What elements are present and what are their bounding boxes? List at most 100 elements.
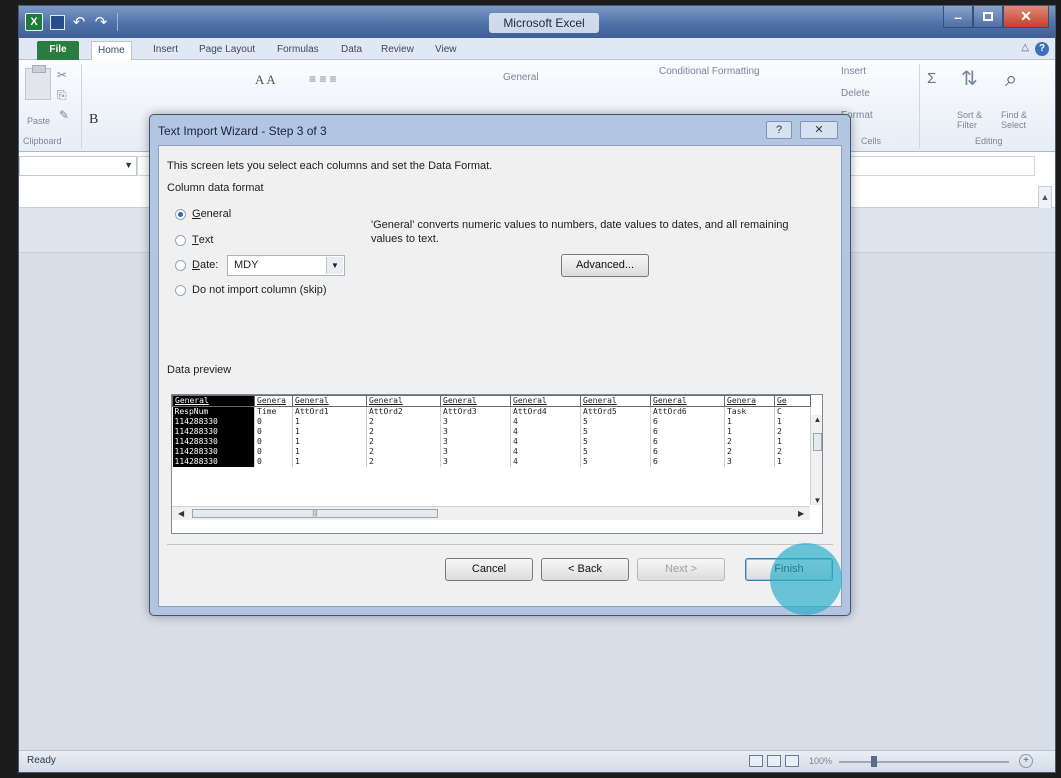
preview-header-cell[interactable]: General: [580, 395, 651, 407]
scroll-right-icon[interactable]: ▶: [798, 507, 804, 520]
preview-cell: 4: [510, 437, 581, 447]
scroll-left-icon[interactable]: ◀: [178, 507, 184, 520]
page-layout-view-icon[interactable]: [767, 755, 781, 767]
paste-label[interactable]: Paste: [27, 116, 50, 126]
radio-general[interactable]: General: [175, 208, 231, 220]
radio-date[interactable]: Date:: [175, 259, 218, 271]
scroll-up-icon[interactable]: ▲: [1039, 187, 1051, 207]
radio-skip[interactable]: Do not import column (skip): [175, 284, 327, 296]
align-icon[interactable]: ≡ ≡ ≡: [309, 72, 337, 86]
radio-text-dot[interactable]: [175, 234, 186, 246]
insert-cells-button[interactable]: Insert: [841, 66, 866, 77]
scroll-down-icon[interactable]: ▼: [811, 496, 822, 505]
normal-view-icon[interactable]: [749, 755, 763, 767]
conditional-formatting-button[interactable]: Conditional Formatting: [659, 66, 760, 77]
tab-formulas[interactable]: Formulas: [271, 41, 325, 60]
dialog-help-button[interactable]: ?: [766, 121, 792, 139]
sort-filter-icon[interactable]: ⇅: [961, 66, 978, 91]
cancel-button[interactable]: Cancel: [445, 558, 533, 581]
name-box[interactable]: ▼: [19, 156, 137, 176]
preview-header-cell[interactable]: General: [440, 395, 511, 407]
zoom-slider-thumb[interactable]: [871, 756, 877, 767]
undo-icon[interactable]: ↶: [71, 13, 87, 31]
radio-date-dot[interactable]: [175, 259, 186, 271]
general-format-description: 'General' converts numeric values to num…: [371, 219, 789, 245]
preview-header-cell[interactable]: Genera: [724, 395, 775, 407]
zoom-in-icon[interactable]: +: [1019, 754, 1033, 768]
preview-cell: 1: [774, 417, 811, 427]
autosum-icon[interactable]: Σ: [927, 70, 936, 87]
preview-cell: 3: [724, 457, 775, 467]
preview-header-cell[interactable]: General: [510, 395, 581, 407]
title-bar: X ↶ ↷ Microsoft Excel – ✕: [19, 6, 1055, 38]
tab-home[interactable]: Home: [91, 41, 132, 60]
number-format-dropdown[interactable]: General: [503, 72, 539, 83]
redo-icon[interactable]: ↷: [93, 13, 109, 31]
preview-header-cell[interactable]: General: [172, 395, 255, 407]
chevron-down-icon[interactable]: ▼: [326, 257, 343, 274]
preview-vertical-scrollbar[interactable]: ▲ ▼: [810, 415, 822, 505]
excel-app-icon[interactable]: X: [25, 13, 43, 31]
chevron-down-icon[interactable]: ▼: [124, 160, 133, 170]
page-break-view-icon[interactable]: [785, 755, 799, 767]
cut-icon[interactable]: ✂: [57, 68, 67, 82]
scroll-up-icon[interactable]: ▲: [811, 415, 822, 424]
minimize-button[interactable]: –: [943, 6, 973, 28]
radio-text[interactable]: Text: [175, 234, 213, 246]
restore-button[interactable]: [973, 6, 1003, 28]
find-select-icon[interactable]: ⌕: [1005, 66, 1017, 92]
vertical-scroll-thumb[interactable]: [813, 433, 822, 451]
preview-cell: 2: [774, 447, 811, 457]
format-painter-icon[interactable]: ✎: [59, 108, 69, 122]
tab-file[interactable]: File: [37, 41, 79, 60]
tab-data[interactable]: Data: [335, 41, 368, 60]
preview-cell: 0: [254, 437, 293, 447]
tab-review[interactable]: Review: [375, 41, 420, 60]
preview-cell: 2: [366, 427, 441, 437]
tab-insert[interactable]: Insert: [147, 41, 184, 60]
advanced-button[interactable]: Advanced...: [561, 254, 649, 277]
preview-header-cell[interactable]: General: [650, 395, 725, 407]
next-button[interactable]: Next >: [637, 558, 725, 581]
preview-cell: AttOrd4: [510, 406, 581, 417]
close-button[interactable]: ✕: [1003, 6, 1049, 28]
preview-cell: 4: [510, 417, 581, 427]
tab-page-layout[interactable]: Page Layout: [193, 41, 261, 60]
preview-header-cell[interactable]: Genera: [254, 395, 293, 407]
preview-cell: 6: [650, 457, 725, 467]
preview-cell: 0: [254, 457, 293, 467]
horizontal-scroll-thumb[interactable]: |||: [192, 509, 438, 518]
data-preview-grid[interactable]: General Genera General General General G…: [171, 394, 823, 534]
preview-cell: 1: [292, 437, 367, 447]
tab-view[interactable]: View: [429, 41, 463, 60]
preview-cell: AttOrd3: [440, 406, 511, 417]
preview-header-cell[interactable]: Ge: [774, 395, 811, 407]
window-title: Microsoft Excel: [489, 13, 599, 33]
save-icon[interactable]: [49, 13, 65, 31]
bold-button[interactable]: B: [89, 112, 98, 128]
dialog-close-button[interactable]: ✕: [800, 121, 838, 139]
delete-cells-button[interactable]: Delete: [841, 88, 870, 99]
preview-row: 114288330 0 1 2 3 4 5 6 2 1: [172, 437, 811, 447]
preview-cell: RespNum: [172, 406, 255, 417]
copy-icon[interactable]: ⎘: [57, 88, 67, 103]
font-size-buttons[interactable]: A A: [255, 72, 276, 88]
help-icon[interactable]: ?: [1035, 42, 1049, 56]
radio-skip-label: Do not import column (skip): [192, 284, 327, 296]
paste-icon[interactable]: [25, 65, 51, 100]
preview-cell: 114288330: [172, 437, 255, 447]
preview-cell: C: [774, 406, 811, 417]
zoom-slider[interactable]: [839, 761, 1009, 763]
zoom-level[interactable]: 100%: [809, 756, 832, 766]
find-select-label[interactable]: Find & Select: [1001, 110, 1045, 130]
sort-filter-label[interactable]: Sort & Filter: [957, 110, 997, 130]
radio-skip-dot[interactable]: [175, 284, 186, 296]
radio-general-key: G: [192, 208, 201, 220]
date-format-select[interactable]: MDY ▼: [227, 255, 345, 276]
preview-header-cell[interactable]: General: [366, 395, 441, 407]
minimize-ribbon-icon[interactable]: △: [1021, 42, 1029, 53]
back-button[interactable]: < Back: [541, 558, 629, 581]
radio-general-dot[interactable]: [175, 208, 186, 220]
preview-horizontal-scrollbar[interactable]: ◀ ||| ▶: [172, 506, 810, 520]
preview-header-cell[interactable]: General: [292, 395, 367, 407]
